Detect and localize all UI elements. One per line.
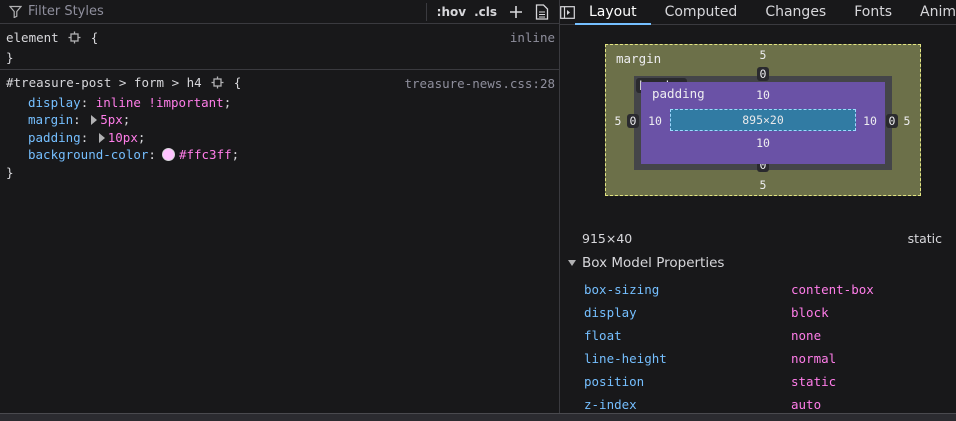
padding-top-value[interactable]: 10 — [752, 88, 774, 102]
margin-right-value[interactable]: 5 — [900, 114, 914, 128]
selector-highlight-icon[interactable] — [211, 76, 224, 94]
tab-layout[interactable]: Layout — [575, 0, 651, 25]
element-highlight-icon[interactable] — [68, 31, 81, 49]
element-position: static — [907, 231, 942, 246]
declaration-margin[interactable]: margin: 5px; — [6, 111, 553, 129]
document-icon — [535, 3, 549, 20]
add-rule-button[interactable] — [505, 1, 527, 23]
rule-close-brace: } — [6, 164, 14, 180]
property-value: block — [791, 305, 829, 320]
plus-icon — [510, 5, 522, 18]
property-name[interactable]: margin — [28, 112, 73, 127]
tab-changes[interactable]: Changes — [751, 0, 840, 25]
property-value: content-box — [791, 282, 874, 297]
property-name[interactable]: padding — [28, 130, 81, 145]
rule-source-link[interactable]: treasure-news.css:28 — [404, 75, 555, 93]
padding-right-value[interactable]: 10 — [859, 114, 881, 128]
collapse-caret-icon[interactable] — [568, 260, 576, 266]
margin-left-value[interactable]: 5 — [611, 114, 625, 128]
tab-animations[interactable]: Animations — [906, 0, 956, 25]
rules-panel: :hov .cls element { } inline #treasure-p… — [0, 0, 559, 413]
property-value[interactable]: 10px — [108, 130, 138, 145]
props-header-label: Box Model Properties — [582, 255, 725, 271]
panel-resize-bar[interactable] — [0, 413, 956, 421]
property-value: normal — [791, 351, 837, 366]
element-dimensions: 915×40 — [582, 231, 633, 246]
layout-sidebar: Layout Computed Changes Fonts Animations… — [560, 0, 956, 413]
css-rule: #treasure-post > form > h4 { display: in… — [0, 70, 559, 183]
property-name: position — [584, 374, 645, 389]
filter-icon — [8, 5, 22, 19]
toolbar-separator — [425, 2, 427, 21]
margin-label: margin — [616, 51, 662, 66]
tab-computed[interactable]: Computed — [651, 0, 752, 25]
rule-source: inline — [509, 30, 555, 45]
property-value: auto — [791, 397, 822, 412]
rule-selector: element — [6, 30, 59, 45]
property-name: box-sizing — [584, 282, 660, 297]
property-row: position static — [584, 370, 944, 393]
property-value[interactable]: #ffc3ff — [179, 147, 232, 162]
margin-bottom-value[interactable]: 5 — [756, 178, 770, 192]
rule-open-brace: { — [233, 75, 242, 90]
print-media-button[interactable] — [531, 1, 553, 23]
property-name: line-height — [584, 351, 667, 366]
padding-bottom-value[interactable]: 10 — [752, 136, 774, 150]
margin-top-value[interactable]: 5 — [756, 48, 770, 62]
filter-styles-input[interactable] — [28, 4, 368, 19]
property-row: line-height normal — [584, 347, 944, 370]
expand-triangle-icon[interactable] — [98, 132, 105, 143]
rule-close-brace: } — [6, 49, 14, 65]
property-row: display block — [584, 301, 944, 324]
hov-toggle-button[interactable]: :hov — [433, 5, 470, 19]
padding-label: padding — [652, 86, 705, 101]
property-name[interactable]: background-color — [28, 147, 148, 162]
border-right-value[interactable]: 0 — [885, 114, 899, 128]
border-left-value[interactable]: 0 — [626, 114, 640, 128]
element-rule: element { } inline — [0, 24, 559, 70]
property-name: display — [584, 305, 637, 320]
property-name: float — [584, 328, 622, 343]
toggle-sidebar-button[interactable] — [560, 0, 575, 25]
declaration-background-color[interactable]: background-color: #ffc3ff; — [6, 146, 553, 164]
property-value: static — [791, 374, 837, 389]
filter-bar: :hov .cls — [0, 0, 559, 24]
box-model-content-size[interactable]: 895×20 — [670, 109, 856, 131]
property-value[interactable]: inline !important — [96, 95, 224, 110]
color-swatch[interactable] — [161, 148, 175, 161]
padding-left-value[interactable]: 10 — [644, 114, 666, 128]
declaration-display[interactable]: display: inline !important; — [6, 94, 553, 112]
sidebar-tabs: Layout Computed Changes Fonts Animations — [560, 0, 956, 25]
rule-selector[interactable]: #treasure-post > form > h4 — [6, 75, 202, 90]
property-name[interactable]: display — [28, 95, 81, 110]
declaration-padding[interactable]: padding: 10px; — [6, 129, 553, 147]
property-value[interactable]: 5px — [100, 112, 123, 127]
cls-toggle-button[interactable]: .cls — [470, 5, 501, 19]
tab-fonts[interactable]: Fonts — [840, 0, 906, 25]
sidebar-toggle-icon — [560, 5, 575, 19]
border-top-value[interactable]: 0 — [756, 67, 770, 81]
property-row: float none — [584, 324, 944, 347]
box-model-properties-list: box-sizing content-box display block float… — [584, 278, 944, 416]
expand-triangle-icon[interactable] — [91, 115, 98, 125]
property-name: z-index — [584, 397, 637, 412]
property-row: box-sizing content-box — [584, 278, 944, 301]
property-value: none — [791, 328, 822, 343]
box-model-margin: margin 5 5 5 5 border 0 0 0 0 padding 10… — [605, 44, 921, 196]
rule-open-brace: { — [90, 30, 99, 45]
box-model-properties-header[interactable]: Box Model Properties — [568, 255, 724, 271]
